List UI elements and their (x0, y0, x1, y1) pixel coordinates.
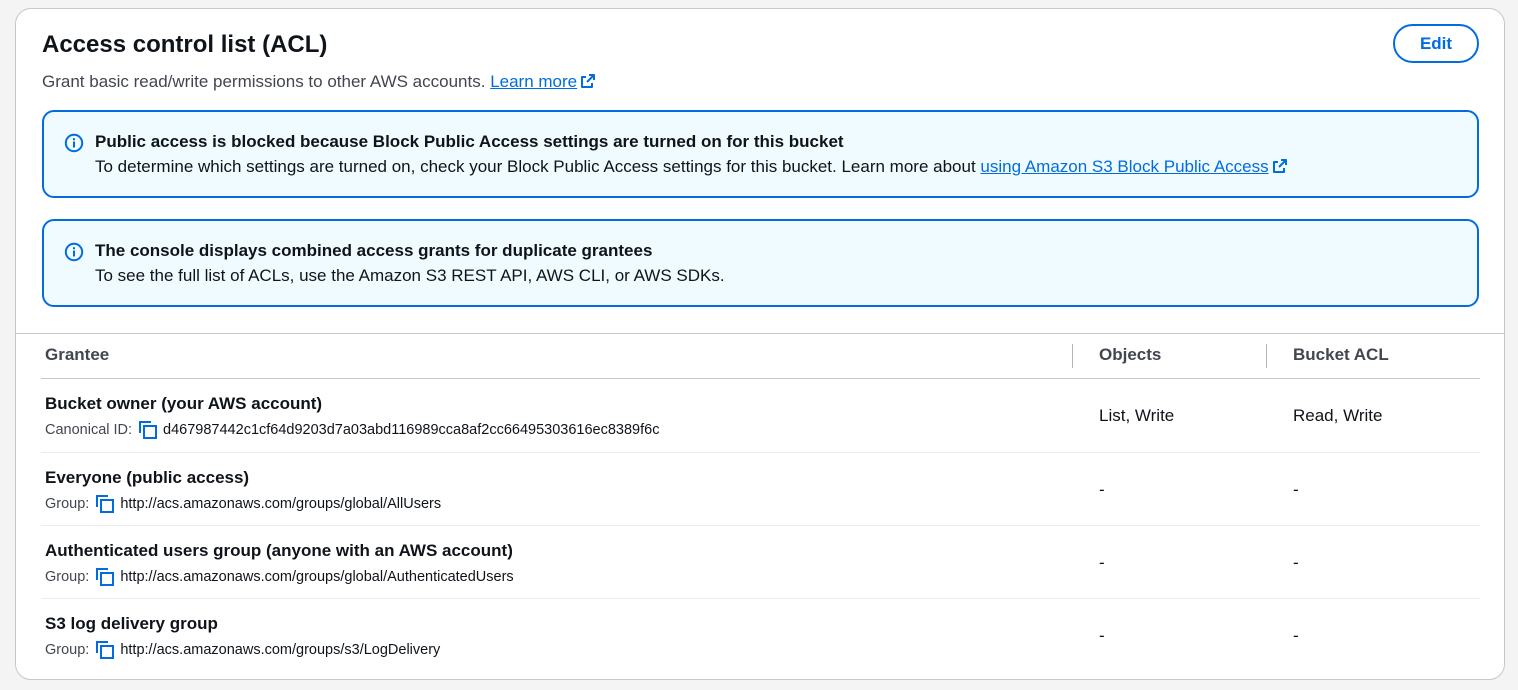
bucket-acl-permission: - (1293, 553, 1299, 572)
block-public-access-alert: Public access is blocked because Block P… (42, 110, 1479, 198)
table-row: Authenticated users group (anyone with a… (41, 526, 1480, 599)
bucket-acl-permission: - (1293, 480, 1299, 499)
block-public-access-link[interactable]: using Amazon S3 Block Public Access (980, 157, 1287, 176)
alert-body: To determine which settings are turned o… (95, 157, 1288, 177)
id-label: Canonical ID: (45, 422, 133, 438)
table-header: Grantee Objects Bucket ACL (41, 333, 1480, 379)
alert-heading: Public access is blocked because Block P… (95, 132, 844, 151)
table-row: Everyone (public access) Group: http://a… (41, 453, 1480, 526)
grantee-name: Authenticated users group (anyone with a… (45, 541, 513, 560)
grantee-id: Canonical ID: d467987442c1cf64d9203d7a03… (45, 420, 659, 440)
panel-title: Access control list (ACL) (42, 31, 328, 58)
bucket-acl-permission: Read, Write (1293, 406, 1383, 425)
duplicate-grantees-alert: The console displays combined access gra… (42, 219, 1479, 307)
copy-icon[interactable] (95, 640, 115, 660)
alert-heading: The console displays combined access gra… (95, 241, 653, 260)
column-separator (1266, 344, 1267, 368)
learn-more-label: Learn more (490, 72, 578, 91)
id-label: Group: (45, 642, 90, 658)
objects-permission: List, Write (1099, 406, 1175, 425)
grantee-id: Group: http://acs.amazonaws.com/groups/s… (45, 640, 440, 660)
alert-body: To see the full list of ACLs, use the Am… (95, 266, 725, 285)
table-row: S3 log delivery group Group: http://acs.… (41, 599, 1480, 672)
grantee-id: Group: http://acs.amazonaws.com/groups/g… (45, 567, 514, 587)
panel-description: Grant basic read/write permissions to ot… (42, 72, 596, 92)
copy-icon[interactable] (95, 567, 115, 587)
edit-button[interactable]: Edit (1393, 24, 1479, 63)
objects-permission: - (1099, 626, 1105, 645)
table-row: Bucket owner (your AWS account) Canonica… (41, 379, 1480, 453)
grantee-name: Bucket owner (your AWS account) (45, 394, 323, 413)
copy-icon[interactable] (95, 494, 115, 514)
column-header-bucket-acl: Bucket ACL (1293, 345, 1389, 364)
grantee-name: Everyone (public access) (45, 468, 250, 487)
block-public-access-link-label: using Amazon S3 Block Public Access (980, 157, 1269, 176)
column-separator (1072, 344, 1073, 368)
external-link-icon (1272, 159, 1287, 173)
panel-header: Access control list (ACL) Grant basic re… (16, 9, 1504, 333)
grantee-name: S3 log delivery group (45, 614, 218, 633)
copy-icon[interactable] (138, 420, 158, 440)
id-value: d467987442c1cf64d9203d7a03abd116989cca8a… (163, 422, 660, 438)
id-label: Group: (45, 496, 90, 512)
column-header-grantee: Grantee (45, 345, 110, 364)
acl-table: Grantee Objects Bucket ACL Bucket owner … (41, 333, 1480, 672)
info-icon (64, 242, 84, 262)
alert-body-text: To determine which settings are turned o… (95, 157, 981, 176)
description-text: Grant basic read/write permissions to ot… (42, 72, 486, 91)
id-label: Group: (45, 569, 90, 585)
objects-permission: - (1099, 480, 1105, 499)
objects-permission: - (1099, 553, 1105, 572)
learn-more-link[interactable]: Learn more (490, 72, 596, 91)
id-value: http://acs.amazonaws.com/groups/global/A… (120, 569, 514, 585)
column-header-objects: Objects (1099, 345, 1162, 364)
grantee-id: Group: http://acs.amazonaws.com/groups/g… (45, 494, 441, 514)
acl-panel: Access control list (ACL) Grant basic re… (15, 8, 1505, 680)
id-value: http://acs.amazonaws.com/groups/s3/LogDe… (120, 642, 441, 658)
external-link-icon (581, 74, 596, 88)
info-icon (64, 133, 84, 153)
bucket-acl-permission: - (1293, 626, 1299, 645)
id-value: http://acs.amazonaws.com/groups/global/A… (120, 496, 442, 512)
